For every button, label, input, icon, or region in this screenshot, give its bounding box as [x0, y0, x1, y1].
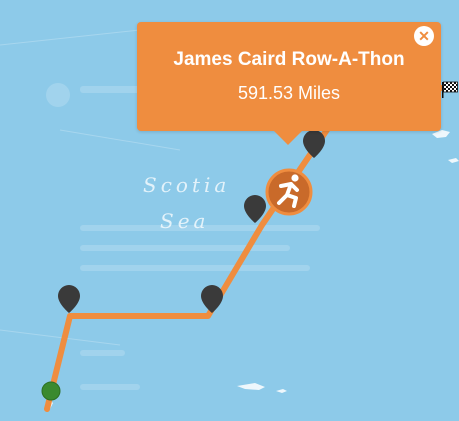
- start-dot-icon[interactable]: [41, 381, 61, 401]
- popup-pointer: [273, 130, 303, 145]
- route-info-popup: ✕ James Caird Row-A-Thon 591.53 Miles: [137, 22, 441, 145]
- route-map[interactable]: Scotia Sea ✕ James Caird Row-A-Thon 591.…: [0, 0, 459, 421]
- close-icon[interactable]: ✕: [414, 26, 434, 46]
- popup-distance: 591.53 Miles: [237, 83, 341, 103]
- popup-title: James Caird Row-A-Thon: [173, 49, 405, 70]
- sea-label-sea: Sea: [160, 209, 209, 233]
- runner-icon[interactable]: [265, 168, 313, 216]
- sea-label-scotia: Scotia: [143, 173, 230, 197]
